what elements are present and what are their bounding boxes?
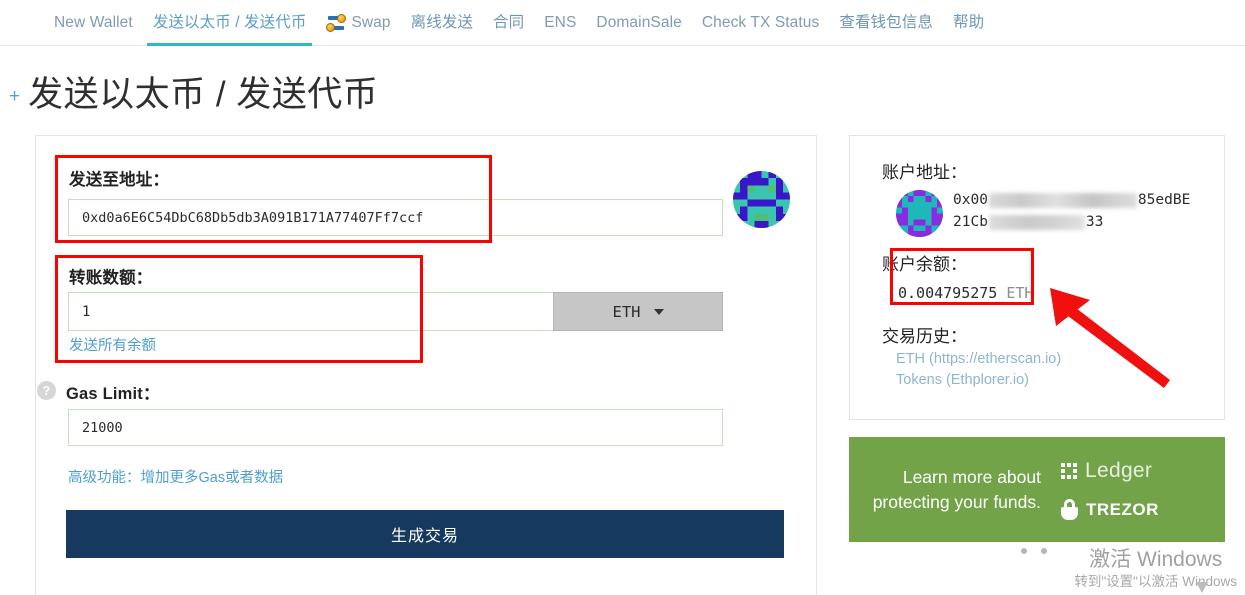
page-title-row: + 发送以太币 / 发送代币 <box>0 62 860 120</box>
to-address-field-wrap <box>68 199 723 236</box>
gas-limit-label: Gas Limit： <box>66 385 160 403</box>
address-suffix: 85edBE <box>1137 192 1191 208</box>
account-balance-value: 0.004795275 ETH <box>898 284 1033 302</box>
amount-field-row: ETH <box>68 292 723 331</box>
to-address-input[interactable] <box>68 199 723 236</box>
watermark-dots <box>1021 548 1047 554</box>
watermark-subtitle: 转到"设置"以激活 Windows <box>1074 574 1237 589</box>
nav-item-send-ether-tokens[interactable]: 发送以太币 / 发送代币 <box>143 0 317 46</box>
trezor-brand[interactable]: TREZOR <box>1061 499 1159 520</box>
amount-input[interactable] <box>68 292 553 331</box>
nav-item-swap[interactable]: Swap <box>316 0 400 46</box>
nav-item-check-tx-status[interactable]: Check TX Status <box>692 0 830 46</box>
identicon-svg <box>733 171 790 228</box>
ledger-brand[interactable]: Ledger <box>1061 459 1159 483</box>
gas-limit-input[interactable] <box>68 409 723 446</box>
account-balance-label: 账户余额： <box>882 255 967 274</box>
account-address-value: 0x00 85edBE 21Cb 33 <box>953 189 1190 233</box>
address-prefix: 0x00 <box>953 192 988 208</box>
advanced-options-link[interactable]: 高级功能：增加更多Gas或者数据 <box>68 466 283 487</box>
history-link-etherscan[interactable]: ETH (https://etherscan.io) <box>896 349 1061 370</box>
trezor-lock-icon <box>1061 499 1078 520</box>
nav-label: 合同 <box>493 14 525 31</box>
ledger-logo-icon <box>1061 463 1077 479</box>
nav-item-help[interactable]: 帮助 <box>943 0 994 46</box>
watermark-title: 激活 Windows <box>1089 548 1223 571</box>
chevron-down-icon <box>653 308 664 315</box>
nav-label: Swap <box>351 14 391 31</box>
nav-item-domainsale[interactable]: DomainSale <box>586 0 691 46</box>
account-identicon <box>896 190 943 237</box>
nav-label: DomainSale <box>596 14 682 31</box>
swap-icon <box>326 13 347 32</box>
promo-text: Learn more about protecting your funds. <box>872 466 1041 512</box>
nav-item-ens[interactable]: ENS <box>534 0 586 46</box>
nav-label: 离线发送 <box>410 14 474 31</box>
account-address-label: 账户地址： <box>882 163 967 182</box>
recipient-identicon <box>733 171 790 228</box>
balance-unit: ETH <box>1006 284 1034 302</box>
mouse-cursor <box>1196 582 1208 593</box>
address-prefix-2: 21Cb <box>953 214 988 230</box>
identicon-svg <box>896 190 943 237</box>
nav-label: ENS <box>544 14 577 31</box>
unit-select[interactable]: ETH <box>553 292 723 331</box>
address-line-2: 21Cb 33 <box>953 211 1190 233</box>
unit-select-value: ETH <box>612 302 641 321</box>
ledger-brand-name: Ledger <box>1085 459 1153 482</box>
nav-label: 帮助 <box>952 14 985 31</box>
gas-limit-field-wrap <box>68 409 723 446</box>
main-navigation: New Wallet 发送以太币 / 发送代币 Swap 离线发送 合同 ENS… <box>0 0 1245 46</box>
nav-label: 查看钱包信息 <box>839 14 933 31</box>
nav-item-offline-send[interactable]: 离线发送 <box>401 0 483 46</box>
nav-item-view-wallet-info[interactable]: 查看钱包信息 <box>829 0 943 46</box>
address-suffix-2: 33 <box>1085 214 1104 230</box>
send-entire-balance-link[interactable]: 发送所有余额 <box>69 334 156 355</box>
nav-label: 发送以太币 / 发送代币 <box>152 14 307 31</box>
trezor-brand-name: TREZOR <box>1086 499 1159 519</box>
to-address-label: 发送至地址： <box>69 171 170 189</box>
transaction-history-links: ETH (https://etherscan.io) Tokens (Ethpl… <box>896 349 1061 391</box>
question-mark-icon[interactable]: ? <box>37 381 56 400</box>
redaction-blur <box>988 214 1085 230</box>
promo-brands: Ledger TREZOR <box>1055 459 1159 520</box>
page-title: 发送以太币 / 发送代币 <box>28 74 379 114</box>
amount-label: 转账数额： <box>69 269 153 287</box>
nav-label: New Wallet <box>54 14 133 31</box>
expand-plus-icon[interactable]: + <box>9 86 20 108</box>
transaction-history-label: 交易历史： <box>882 327 967 346</box>
address-line-1: 0x00 85edBE <box>953 189 1190 211</box>
nav-item-new-wallet[interactable]: New Wallet <box>44 0 143 46</box>
hardware-wallet-promo[interactable]: Learn more about protecting your funds. … <box>849 437 1225 542</box>
windows-activation-watermark: 激活 Windows 转到"设置"以激活 Windows <box>1074 547 1237 591</box>
nav-label: Check TX Status <box>701 14 820 31</box>
redaction-blur <box>988 192 1137 208</box>
app-page: New Wallet 发送以太币 / 发送代币 Swap 离线发送 合同 ENS… <box>0 0 1245 595</box>
history-link-ethplorer[interactable]: Tokens (Ethplorer.io) <box>896 370 1061 391</box>
nav-item-contract[interactable]: 合同 <box>483 0 534 46</box>
balance-amount: 0.004795275 <box>898 284 998 302</box>
generate-transaction-button[interactable]: 生成交易 <box>66 510 784 558</box>
